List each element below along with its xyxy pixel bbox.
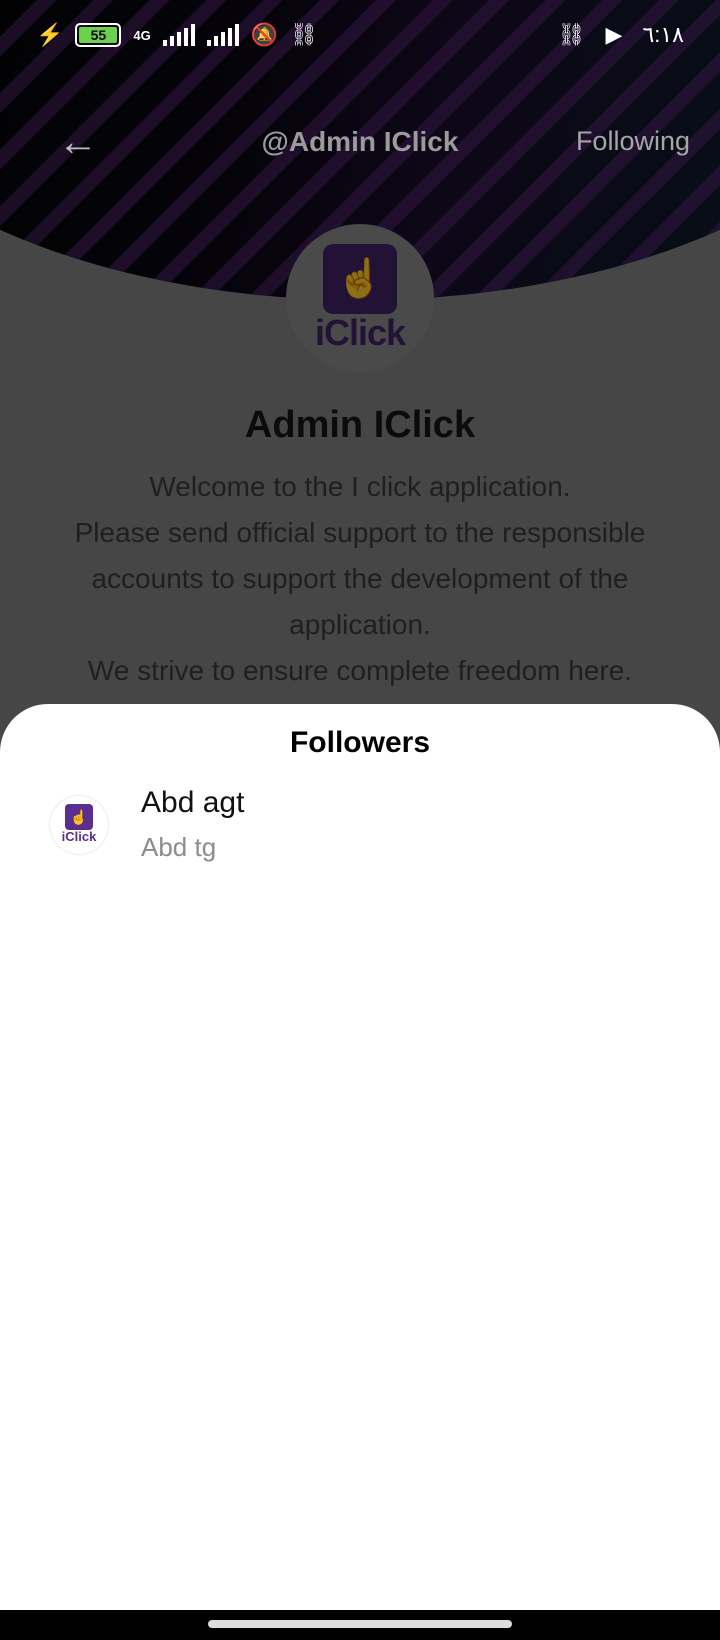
following-button[interactable]: Following: [576, 126, 690, 157]
top-bar: ← @Admin IClick Following: [0, 100, 720, 180]
clock: ٦:١٨: [642, 22, 684, 47]
mute-icon: 🔕: [250, 22, 279, 47]
sheet-title: Followers: [289, 726, 431, 759]
follower-row[interactable]: ☝ iClick Abd agt Abd tg: [0, 784, 720, 884]
link-icon: ⛓: [290, 22, 319, 47]
followers-sheet: Followers ☝ iClick Abd agt Abd tg: [0, 704, 720, 1610]
status-bar: ⚡ 55 4G 🔕 ⛓ ⛓ ▶ ٦:١٨: [0, 0, 720, 76]
follower-name: Abd agt: [141, 786, 245, 819]
network-type: 4G: [133, 27, 151, 43]
home-indicator[interactable]: [208, 1620, 512, 1628]
charging-icon: ⚡: [36, 22, 64, 47]
signal-icon-2: [206, 24, 239, 46]
battery-icon: 55: [75, 23, 122, 47]
hand-click-icon: ☝: [65, 804, 93, 830]
signal-icon: [162, 24, 195, 46]
link-icon-right: ⛓: [557, 22, 586, 47]
play-icon: ▶: [605, 22, 623, 47]
follower-avatar: ☝ iClick: [50, 796, 108, 854]
navigation-bar: [0, 1610, 720, 1640]
follower-username: Abd tg: [141, 832, 217, 862]
